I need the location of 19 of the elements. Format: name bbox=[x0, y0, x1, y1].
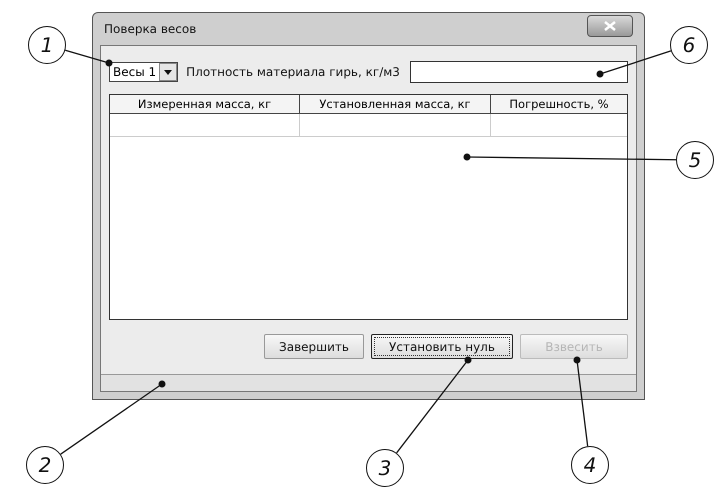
callout-marker: 1 bbox=[28, 26, 66, 64]
column-header[interactable]: Измеренная масса, кг bbox=[110, 95, 300, 114]
density-input-field[interactable] bbox=[410, 61, 628, 83]
density-label: Плотность материала гирь, кг/м3 bbox=[186, 65, 400, 79]
callout-marker: 5 bbox=[676, 141, 714, 179]
action-button[interactable]: Установить нуль bbox=[371, 334, 513, 359]
column-header[interactable]: Погрешность, % bbox=[491, 95, 627, 114]
column-header[interactable]: Установленная масса, кг bbox=[300, 95, 491, 114]
scale-dropdown[interactable]: Весы 1 bbox=[109, 62, 178, 82]
leader-line bbox=[65, 50, 112, 66]
close-button[interactable] bbox=[587, 15, 633, 37]
caret-icon bbox=[164, 70, 172, 74]
action-button[interactable]: Завершить bbox=[264, 334, 364, 359]
callout-marker: 3 bbox=[366, 449, 404, 487]
callout-marker: 4 bbox=[571, 446, 609, 484]
callout-marker: 2 bbox=[26, 446, 64, 484]
close-icon bbox=[604, 21, 616, 31]
callout-marker: 6 bbox=[670, 26, 708, 64]
window-title: Поверка весов bbox=[104, 22, 196, 36]
